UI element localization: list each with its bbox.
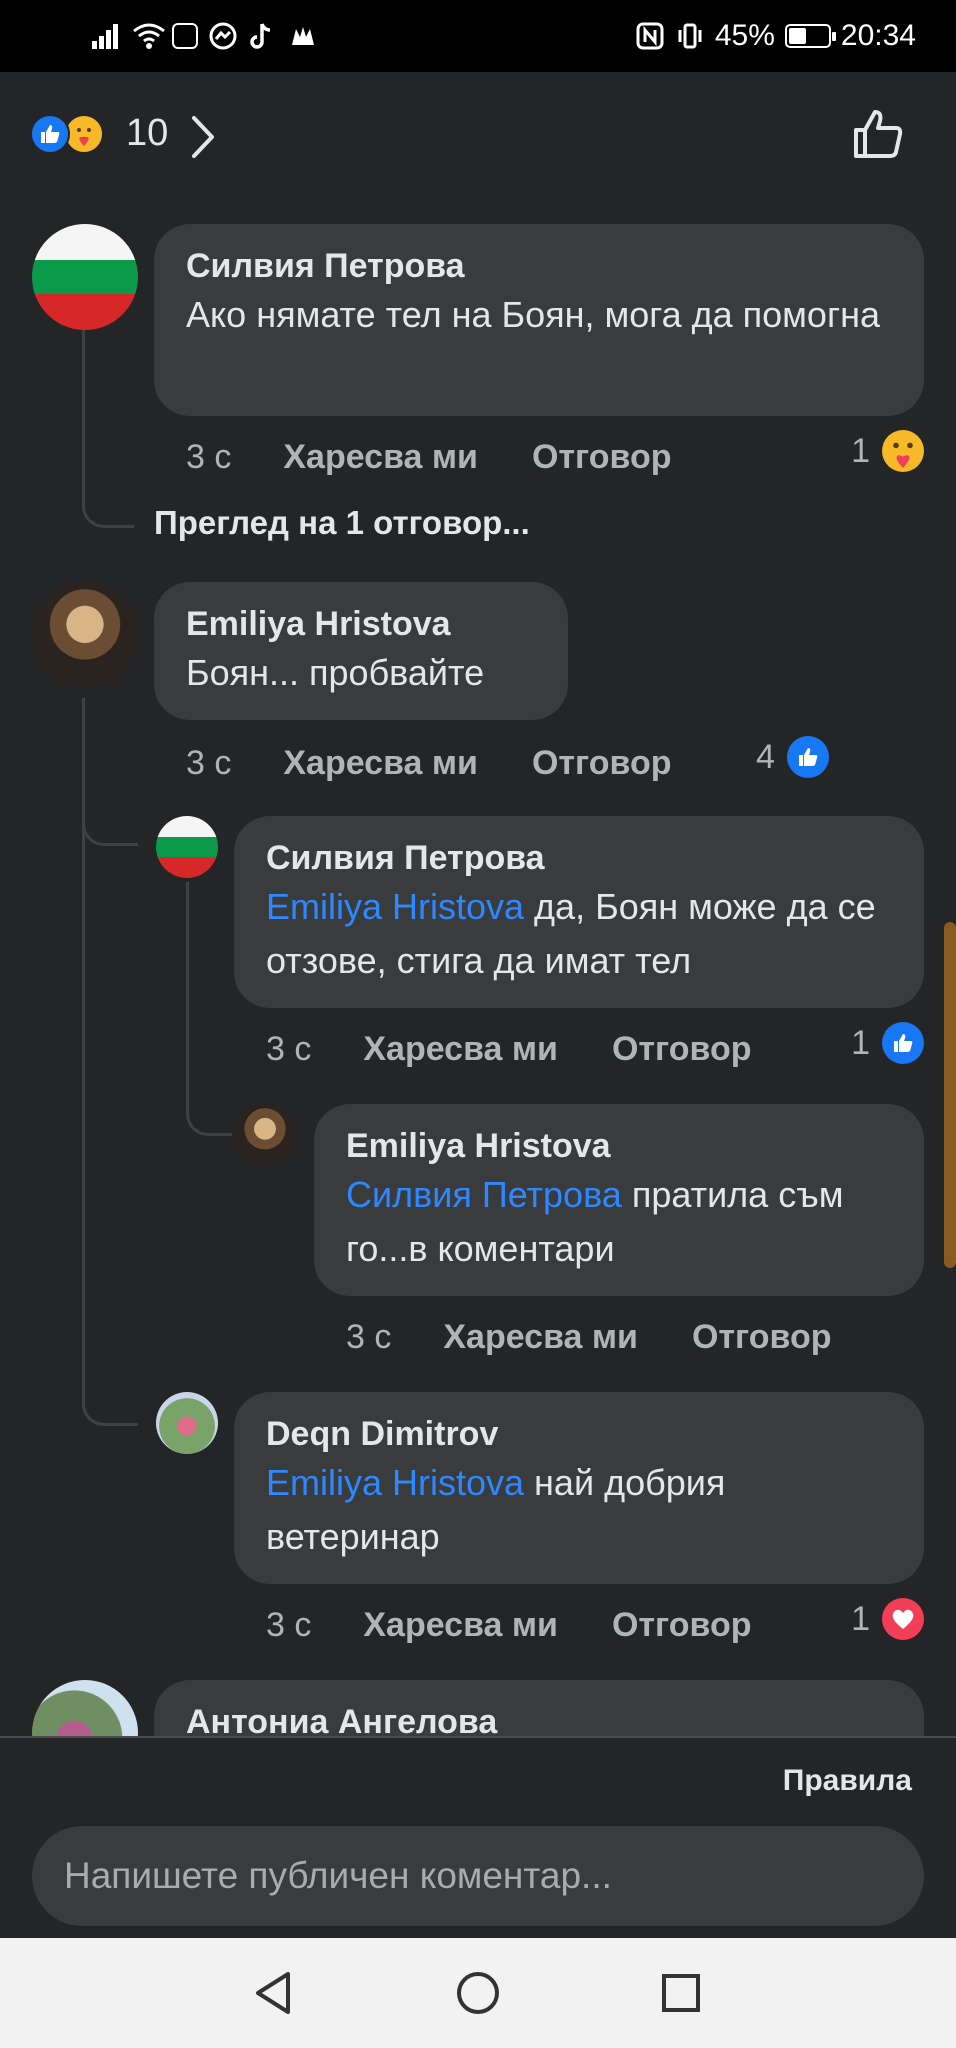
view-replies-link[interactable]: Преглед на 1 отговор...	[154, 504, 530, 542]
system-nav-bar	[0, 1938, 956, 2048]
like-icon	[882, 1022, 924, 1064]
game-icon	[288, 21, 318, 51]
mention-link[interactable]: Emiliya Hristova	[266, 1462, 524, 1503]
chevron-right-icon[interactable]	[190, 114, 216, 165]
comment-reply-button[interactable]: Отговор	[532, 744, 672, 783]
love-icon	[882, 1598, 924, 1640]
app-notification-icon	[172, 23, 198, 49]
comment-reply-button[interactable]: Отговор	[612, 1606, 752, 1645]
care-icon	[882, 430, 924, 472]
messenger-icon	[208, 21, 238, 51]
back-icon[interactable]	[248, 1968, 298, 2018]
comment-author[interactable]: Силвия Петрова	[186, 244, 892, 288]
comment-like-button[interactable]: Харесва ми	[443, 1318, 638, 1357]
signal-icon	[92, 21, 122, 51]
comment-reaction-count[interactable]: 4	[756, 736, 829, 778]
avatar[interactable]	[234, 1104, 296, 1166]
comment-time[interactable]: 3 с	[186, 744, 231, 783]
like-post-button[interactable]	[850, 106, 906, 167]
thread-line	[186, 882, 232, 1136]
status-bar: 45% 20:34	[0, 0, 956, 72]
status-right-icons: 45% 20:34	[635, 18, 916, 54]
like-icon	[786, 736, 829, 778]
comment-author[interactable]: Emiliya Hristova	[346, 1124, 892, 1168]
comment-reply-button[interactable]: Отговор	[692, 1318, 832, 1357]
comment-reaction-count[interactable]: 1	[851, 1598, 924, 1640]
thread-line	[82, 1370, 138, 1426]
comment-bubble: Силвия Петрова Ако нямате тел на Боян, м…	[154, 224, 924, 416]
avatar[interactable]	[156, 816, 218, 878]
comment-time[interactable]: 3 с	[266, 1606, 311, 1645]
nfc-icon	[635, 21, 665, 51]
comment-actions: 3 с Харесва ми Отговор	[186, 740, 672, 786]
tiktok-icon	[248, 21, 278, 51]
reaction-number: 4	[756, 737, 775, 776]
home-icon[interactable]	[453, 1968, 503, 2018]
avatar[interactable]	[156, 1392, 218, 1454]
reactions-summary[interactable]: 10	[0, 72, 956, 202]
comment-bubble: Deqn Dimitrov Emiliya Hristova най добри…	[234, 1392, 924, 1584]
wifi-icon	[132, 21, 165, 51]
comment-text: Ако нямате тел на Боян, мога да помогна	[186, 294, 880, 335]
avatar[interactable]	[32, 582, 138, 688]
reaction-count: 10	[126, 112, 169, 154]
comment-text: Силвия Петрова пратила съм го...в комент…	[346, 1168, 892, 1276]
comment-actions: 3 с Харесва ми Отговор	[346, 1314, 832, 1360]
battery-percent: 45%	[714, 19, 775, 52]
comment-input[interactable]	[32, 1826, 924, 1926]
thread-line	[82, 326, 134, 528]
comment-author[interactable]: Emiliya Hristova	[186, 602, 536, 646]
comment-bubble: Силвия Петрова Emiliya Hristova да, Боян…	[234, 816, 924, 1008]
comment-text: Emiliya Hristova най добрия ветеринар	[266, 1456, 892, 1564]
battery-level	[788, 28, 806, 44]
comment-author[interactable]: Deqn Dimitrov	[266, 1412, 892, 1456]
vibrate-icon	[675, 21, 705, 51]
thread-line	[82, 790, 138, 846]
scrollbar[interactable]	[944, 922, 956, 1268]
battery-icon	[784, 24, 836, 48]
reaction-number: 1	[851, 1023, 870, 1062]
comment-like-button[interactable]: Харесва ми	[363, 1606, 558, 1645]
comment-actions: 3 с Харесва ми Отговор	[186, 434, 672, 480]
comment-composer: Правила	[0, 1736, 956, 1938]
comment-actions: 3 с Харесва ми Отговор	[266, 1602, 752, 1648]
rules-link[interactable]: Правила	[783, 1764, 912, 1798]
comment-text: Боян... пробвайте	[186, 652, 485, 693]
comment-bubble: Emiliya Hristova Силвия Петрова пратила …	[314, 1104, 924, 1296]
reaction-number: 1	[851, 431, 870, 470]
comment-like-button[interactable]: Харесва ми	[283, 438, 478, 477]
comment-reply-button[interactable]: Отговор	[532, 438, 672, 477]
comment-actions: 3 с Харесва ми Отговор	[266, 1026, 752, 1072]
comment-bubble: Emiliya Hristova Боян... пробвайте	[154, 582, 568, 720]
mention-link[interactable]: Emiliya Hristova	[266, 886, 524, 927]
recents-icon[interactable]	[656, 1968, 706, 2018]
comment-reaction-count[interactable]: 1	[851, 430, 924, 472]
reaction-number: 1	[851, 1599, 870, 1638]
comment-like-button[interactable]: Харесва ми	[283, 744, 478, 783]
comment-text: Emiliya Hristova да, Боян може да се отз…	[266, 880, 892, 988]
comment-reply-button[interactable]: Отговор	[612, 1030, 752, 1069]
comment-time[interactable]: 3 с	[266, 1030, 311, 1069]
mention-link[interactable]: Силвия Петрова	[346, 1174, 622, 1215]
comment-reaction-count[interactable]: 1	[851, 1022, 924, 1064]
avatar[interactable]	[32, 224, 138, 330]
comment-like-button[interactable]: Харесва ми	[363, 1030, 558, 1069]
like-icon	[30, 114, 70, 154]
comment-time[interactable]: 3 с	[186, 438, 231, 477]
comment-time[interactable]: 3 с	[346, 1318, 391, 1357]
status-left-icons	[92, 18, 318, 54]
care-icon	[64, 114, 104, 154]
comment-author[interactable]: Силвия Петрова	[266, 836, 892, 880]
reaction-icons	[30, 114, 104, 154]
clock: 20:34	[840, 19, 916, 52]
